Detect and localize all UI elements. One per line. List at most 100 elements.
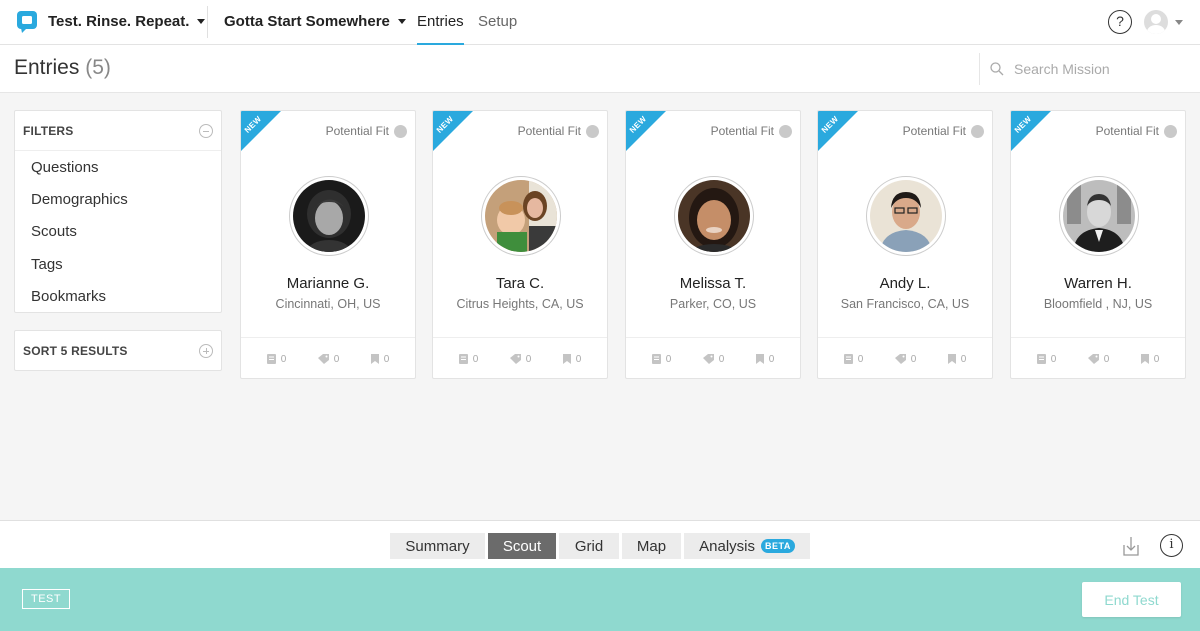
entry-card[interactable]: NEW Potential Fit Andy L. San Francisco,…	[817, 110, 993, 379]
filters-header[interactable]: FILTERS	[15, 111, 221, 151]
card-stats: 0 0 0	[433, 337, 607, 378]
notes-stat[interactable]: 0	[651, 353, 672, 365]
potential-fit-label: Potential Fit	[517, 124, 581, 138]
bookmark-icon	[370, 354, 379, 364]
search-input[interactable]	[1014, 61, 1184, 77]
download-icon[interactable]	[1121, 535, 1141, 557]
user-avatar[interactable]	[1144, 10, 1168, 34]
page-title-text: Entries	[14, 56, 80, 79]
avatar	[289, 176, 369, 256]
potential-fit-toggle[interactable]: Potential Fit	[903, 124, 984, 138]
bookmarks-stat[interactable]: 0	[1140, 354, 1159, 365]
potential-fit-toggle[interactable]: Potential Fit	[1096, 124, 1177, 138]
tab-analysis[interactable]: Analysis BETA	[684, 533, 810, 559]
notes-stat[interactable]: 0	[1036, 354, 1056, 365]
tab-entries[interactable]: Entries	[417, 13, 464, 45]
fit-radio-icon[interactable]	[586, 124, 599, 138]
notes-count: 0	[857, 353, 864, 365]
filter-demographics[interactable]: Demographics	[15, 183, 221, 215]
tags-stat[interactable]: 0	[317, 354, 339, 365]
test-footer: TEST End Test	[0, 568, 1200, 631]
card-stats: 0 0 0	[818, 337, 992, 378]
bookmarks-count: 0	[383, 353, 390, 365]
app-logo-icon[interactable]	[17, 11, 37, 33]
page-header: Entries (5)	[0, 45, 1200, 93]
info-icon[interactable]: i	[1160, 534, 1183, 557]
tags-stat[interactable]: 0	[509, 353, 532, 365]
bookmarks-stat[interactable]: 0	[370, 353, 390, 365]
workspace-name: Test. Rinse. Repeat.	[48, 13, 190, 30]
entry-name: Andy L.	[879, 275, 931, 292]
expand-icon[interactable]	[199, 343, 213, 358]
search-box	[979, 53, 1200, 85]
bookmarks-stat[interactable]: 0	[562, 353, 582, 365]
tab-scout[interactable]: Scout	[488, 533, 556, 559]
collapse-icon[interactable]	[199, 123, 213, 138]
entry-card[interactable]: NEW Potential Fit Warren H. Bloomfield ,…	[1010, 110, 1186, 379]
tab-analysis-label: Analysis	[699, 537, 755, 555]
filter-tags[interactable]: Tags	[15, 248, 221, 280]
entry-location: Bloomfield , NJ, US	[1043, 297, 1153, 311]
notes-count: 0	[280, 353, 287, 365]
potential-fit-toggle[interactable]: Potential Fit	[518, 124, 599, 138]
filter-bookmarks[interactable]: Bookmarks	[15, 280, 221, 312]
fit-radio-icon[interactable]	[394, 124, 407, 138]
entries-count: (5)	[85, 56, 111, 79]
potential-fit-toggle[interactable]: Potential Fit	[711, 124, 792, 138]
filter-scouts[interactable]: Scouts	[15, 216, 221, 248]
tab-summary[interactable]: Summary	[390, 533, 485, 559]
bookmarks-stat[interactable]: 0	[755, 353, 775, 365]
notes-stat[interactable]: 0	[458, 354, 478, 365]
filters-title: FILTERS	[23, 123, 74, 138]
tags-stat[interactable]: 0	[702, 353, 725, 365]
end-test-button[interactable]: End Test	[1082, 582, 1181, 617]
fit-radio-icon[interactable]	[971, 124, 984, 138]
entry-card[interactable]: NEW Potential Fit Marianne G. Cincinnati…	[240, 110, 416, 379]
fit-radio-icon[interactable]	[1164, 124, 1177, 138]
notes-icon	[1036, 354, 1046, 364]
notes-icon	[458, 354, 468, 364]
entry-location: Citrus Heights, CA, US	[456, 297, 584, 311]
chevron-down-icon	[397, 19, 406, 24]
tab-map[interactable]: Map	[622, 533, 681, 559]
sort-results-panel[interactable]: SORT 5 RESULTS	[14, 330, 222, 371]
potential-fit-label: Potential Fit	[1095, 124, 1159, 138]
workspace-dropdown[interactable]: Test. Rinse. Repeat.	[48, 13, 206, 30]
filter-questions[interactable]: Questions	[15, 151, 221, 183]
tags-count: 0	[718, 353, 725, 365]
bookmarks-count: 0	[960, 353, 967, 365]
mission-dropdown[interactable]: Gotta Start Somewhere	[224, 13, 406, 30]
notes-stat[interactable]: 0	[266, 353, 287, 365]
entry-location: Parker, CO, US	[669, 297, 757, 311]
chevron-down-icon[interactable]	[1175, 20, 1183, 25]
sort-title: SORT 5 RESULTS	[23, 343, 128, 358]
view-switcher-bar: Summary Scout Grid Map Analysis BETA i	[0, 520, 1200, 568]
tab-grid[interactable]: Grid	[559, 533, 619, 559]
tags-stat[interactable]: 0	[1087, 354, 1109, 365]
bookmarks-count: 0	[575, 353, 582, 365]
card-stats: 0 0 0	[1011, 337, 1185, 378]
fit-radio-icon[interactable]	[779, 124, 792, 138]
potential-fit-toggle[interactable]: Potential Fit	[326, 124, 407, 138]
filters-panel: FILTERS Questions Demographics Scouts Ta…	[14, 110, 222, 313]
tags-count: 0	[910, 353, 917, 365]
tab-setup[interactable]: Setup	[478, 13, 517, 30]
bookmarks-stat[interactable]: 0	[947, 353, 967, 365]
avatar	[1059, 176, 1139, 256]
entry-card[interactable]: NEW Potential Fit Melissa T. Parker, CO,…	[625, 110, 801, 379]
profile-photo	[485, 180, 557, 252]
notes-stat[interactable]: 0	[843, 353, 864, 365]
tags-count: 0	[525, 353, 532, 365]
page-title: Entries (5)	[14, 56, 111, 80]
help-button[interactable]: ?	[1108, 10, 1132, 34]
entry-location: San Francisco, CA, US	[840, 297, 970, 311]
bookmark-icon	[1140, 354, 1149, 364]
tag-icon	[317, 354, 329, 364]
bookmarks-count: 0	[768, 353, 775, 365]
bookmark-icon	[947, 354, 956, 364]
tags-stat[interactable]: 0	[894, 353, 917, 365]
tag-icon	[509, 354, 521, 364]
notes-count: 0	[665, 353, 672, 365]
entry-card[interactable]: NEW Potential Fit Tara C. Citrus Heights…	[432, 110, 608, 379]
card-stats: 0 0 0	[241, 337, 415, 378]
